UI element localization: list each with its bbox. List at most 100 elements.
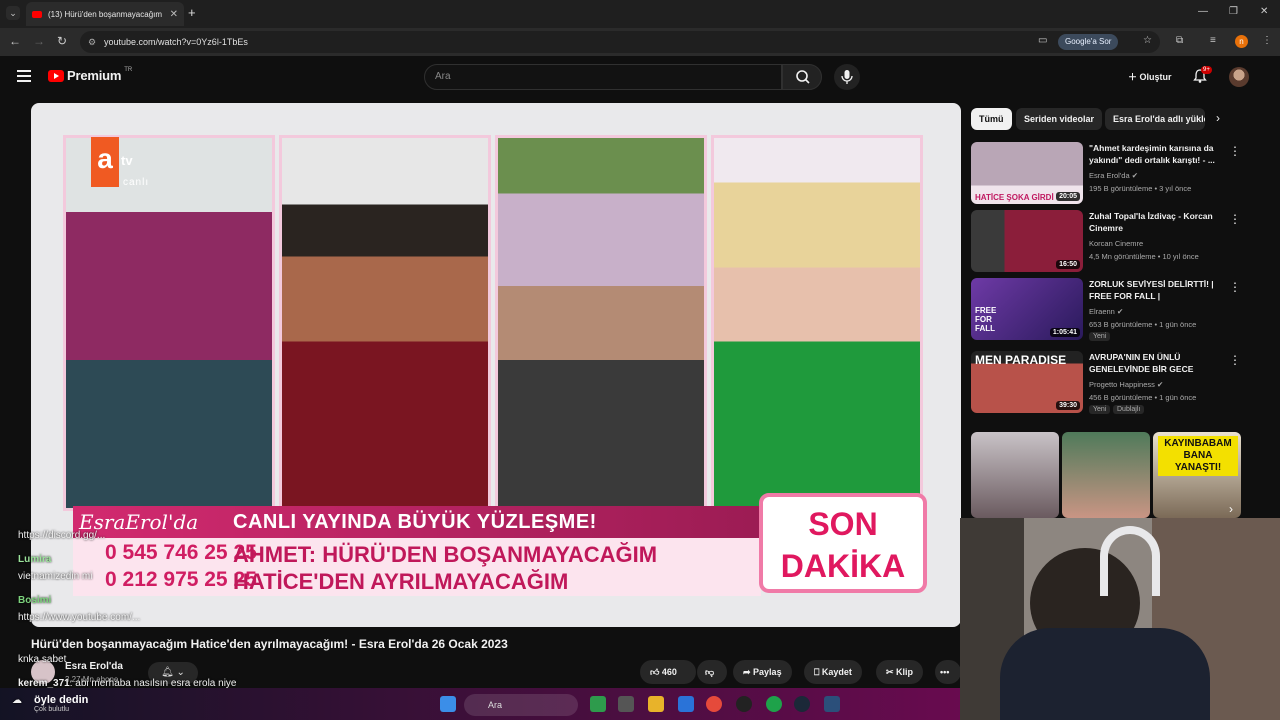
cast-icon[interactable]: ▭ [1038,35,1047,46]
youtube-premium-logo[interactable]: Premium TR [48,67,132,83]
app-icon[interactable] [618,696,634,712]
new-tab-button[interactable]: + [188,5,196,20]
verified-icon: ✔ [1156,380,1164,389]
video-panel-ahmet [279,135,491,511]
site-info-icon[interactable]: ⚙ [88,31,96,53]
browser-menu-icon[interactable]: ⋮ [1262,35,1272,46]
chat-message: vietnamizedin mi [18,571,93,582]
more-options-icon[interactable]: ⋮ [1229,353,1241,367]
thumbs-up-icon: 👍︎ [650,667,662,677]
tab-close-icon[interactable]: ✕ [170,9,178,20]
chip-channel-uploads[interactable]: Esra Erol'da adlı yükle [1105,108,1205,130]
app-icon[interactable] [736,696,752,712]
search-icon [796,70,810,84]
account-avatar[interactable] [1229,67,1249,87]
recommendation-stats: 653 B görüntüleme • 1 gün önce [1089,320,1197,329]
xbox-icon[interactable] [766,696,782,712]
save-button[interactable]: ⎕ Kaydet [804,660,862,684]
more-options-icon[interactable]: ⋮ [1229,280,1241,294]
google-sor-button[interactable]: Google'a Sor [1058,34,1119,50]
video-panel-huru [495,135,707,511]
reload-icon[interactable]: ↻ [57,34,67,48]
app-icon[interactable] [824,696,840,712]
video-thumbnail[interactable]: 16:50 [971,210,1083,272]
browser-tab-bar: ⌄ (13) Hürü'den boşanmayacağım ✕ + — ❐ ✕ [0,0,1280,28]
video-title: Hürü'den boşanmayacağım Hatice'den ayrıl… [31,637,508,651]
video-thumbnail[interactable]: HATİCE ŞOKA GİRDİ 20:05 [971,142,1083,204]
like-button[interactable]: 👍︎ 460 [640,660,696,684]
profile-avatar[interactable]: n [1235,35,1248,48]
scissors-icon: ✂ [886,667,897,677]
video-thumbnail[interactable]: MEN PARADISE 39:30 [971,351,1083,413]
recommendation-title[interactable]: Zuhal Topal'la İzdivaç - Korcan Cinemre [1089,210,1227,234]
banner-line-1: AHMET: HÜRÜ'DEN BOŞANMAYACAĞIM [233,542,658,567]
short-thumbnail[interactable] [1062,432,1150,518]
recommendation-channel: Progetto Happiness ✔ [1089,380,1164,389]
bookmark-star-icon[interactable]: ☆ [1143,35,1152,46]
verified-icon: ✔ [1131,171,1139,180]
video-duration: 1:05:41 [1049,328,1080,337]
tab-search-dropdown-icon[interactable]: ⌄ [6,6,20,20]
channel-name[interactable]: Esra Erol'da [65,661,123,672]
recommendation-channel: Korcan Cinemre [1089,239,1144,248]
minimize-button[interactable]: — [1198,6,1208,17]
recommendation-item[interactable]: HATİCE ŞOKA GİRDİ 20:05 "Ahmet kardeşimi… [971,142,1261,206]
create-button[interactable]: ＋ Oluştur [1118,66,1182,88]
search-button[interactable] [782,64,822,90]
chip-series[interactable]: Seriden videolar [1016,108,1103,130]
short-thumbnail[interactable] [971,432,1059,518]
app-icon[interactable] [678,696,694,712]
recommendation-item[interactable]: 16:50 Zuhal Topal'la İzdivaç - Korcan Ci… [971,210,1261,274]
window-close-button[interactable]: ✕ [1260,6,1268,17]
app-icon[interactable] [590,696,606,712]
more-options-icon[interactable]: ⋮ [1229,144,1241,158]
chat-message: https://www.youtube.com/... [18,612,141,623]
video-thumbnail[interactable]: FREE FOR FALL 1:05:41 [971,278,1083,340]
extensions-icon[interactable]: ⧉ [1176,35,1183,46]
taskbar-search[interactable]: Ara [464,694,578,716]
recommendation-stats: 456 B görüntüleme • 1 gün önce [1089,393,1197,402]
share-button[interactable]: ➦ Paylaş [733,660,792,684]
share-icon: ➦ [743,667,754,677]
weather-icon[interactable]: ☁ [12,695,22,706]
bookmark-icon: ⎕ [814,667,822,677]
back-arrow-icon[interactable]: ← [9,34,21,48]
voice-search-button[interactable] [834,64,860,90]
banner-line-2: HATİCE'DEN AYRILMAYACAĞIM [233,569,569,594]
chip-all[interactable]: Tümü [971,108,1012,130]
search-input[interactable]: Ara [424,64,782,90]
chat-message: Lumira [18,554,52,565]
chevron-right-icon[interactable]: › [1229,502,1233,516]
webcam-overlay [960,518,1280,720]
recommendation-title[interactable]: ZORLUK SEVİYESİ DELİRTTİ! | FREE FOR FAL… [1089,278,1227,302]
recommendation-title[interactable]: AVRUPA'NIN EN ÜNLÜ GENELEVİNDE BİR GECE [1089,351,1227,375]
son-dakika-badge: SON DAKİKA [759,493,927,593]
more-options-icon[interactable]: ⋮ [1229,212,1241,226]
bell-icon: 🔔︎ ⌄ [161,667,185,678]
url-field[interactable]: ⚙ youtube.com/watch?v=0Yz6l-1TbEs [80,31,1160,53]
clip-button[interactable]: ✂ Klip [876,660,924,684]
video-player[interactable]: a tv canlı EsraErol'da CANLI YAYINDA BÜY… [31,103,961,627]
tab-title: (13) Hürü'den boşanmayacağım [48,9,163,19]
dislike-button[interactable]: 👎︎ [697,660,727,684]
windows-start-icon[interactable] [440,696,456,712]
media-controls-icon[interactable]: ≡ [1210,35,1216,46]
chevron-right-icon[interactable]: › [1216,111,1220,125]
recommendation-stats: 4,5 Mn görüntüleme • 10 yıl önce [1089,252,1199,261]
file-explorer-icon[interactable] [648,696,664,712]
recommendation-item[interactable]: MEN PARADISE 39:30 AVRUPA'NIN EN ÜNLÜ GE… [971,351,1261,415]
video-duration: 16:50 [1056,260,1080,269]
recommendation-item[interactable]: FREE FOR FALL 1:05:41 ZORLUK SEVİYESİ DE… [971,278,1261,342]
maximize-button[interactable]: ❐ [1229,6,1238,17]
chrome-icon[interactable] [706,696,722,712]
forward-arrow-icon[interactable]: → [33,34,45,48]
lower-third-banner: EsraErol'da CANLI YAYINDA BÜYÜK YÜZLEŞME… [73,506,761,600]
browser-tab[interactable]: (13) Hürü'den boşanmayacağım ✕ [26,2,184,26]
hamburger-menu-icon[interactable] [17,70,31,85]
video-panel-host [711,135,923,511]
recommendation-channel: Esra Erol'da ✔ [1089,171,1139,180]
recommendation-title[interactable]: "Ahmet kardeşimin karısına da yakındı" d… [1089,142,1227,166]
more-actions-button[interactable]: ••• [935,660,961,684]
verified-icon: ✔ [1116,307,1124,316]
steam-icon[interactable] [794,696,810,712]
